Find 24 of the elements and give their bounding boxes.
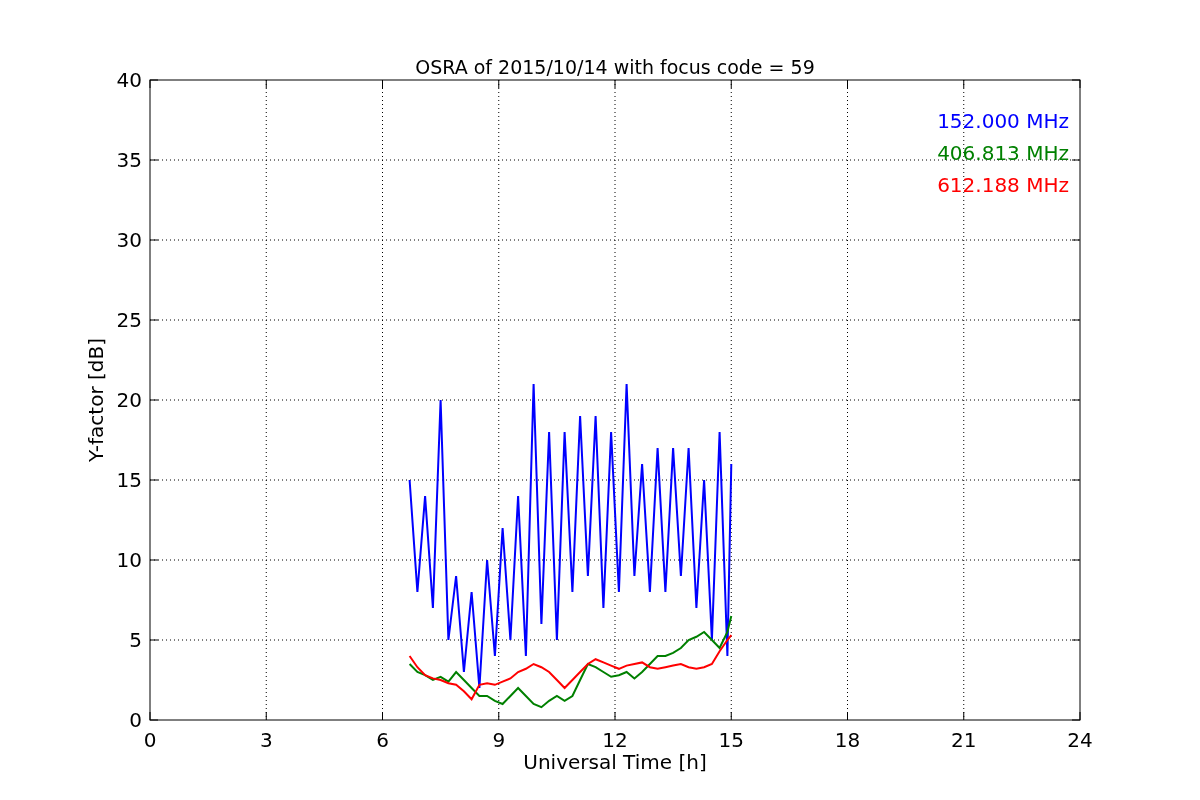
tick-label: 35 [116, 148, 142, 172]
axis-label: Universal Time [h] [523, 750, 707, 774]
tick-label: 20 [116, 388, 142, 412]
tick-label: 21 [951, 728, 977, 752]
tick-label: 15 [116, 468, 142, 492]
legend-label: 612.188 MHz [937, 173, 1069, 197]
tick-label: 24 [1067, 728, 1093, 752]
tick-label: 15 [718, 728, 744, 752]
tick-label: 5 [129, 628, 142, 652]
tick-label: 0 [129, 708, 142, 732]
tick-label: 25 [116, 308, 142, 332]
legend-label: 152.000 MHz [937, 109, 1069, 133]
tick-label: 9 [492, 728, 506, 752]
tick-label: 30 [116, 228, 142, 252]
tick-label: 10 [116, 548, 142, 572]
tick-label: 40 [116, 68, 142, 92]
tick-label: 3 [259, 728, 273, 752]
plot-title: OSRA of 2015/10/14 with focus code = 59 [415, 56, 815, 78]
tick-label: 12 [602, 728, 628, 752]
tick-label: 0 [143, 728, 157, 752]
axis-label: Y-factor [dB] [84, 338, 108, 462]
tick-label: 6 [376, 728, 389, 752]
tick-label: 18 [834, 728, 861, 752]
legend-label: 406.813 MHz [937, 141, 1069, 165]
